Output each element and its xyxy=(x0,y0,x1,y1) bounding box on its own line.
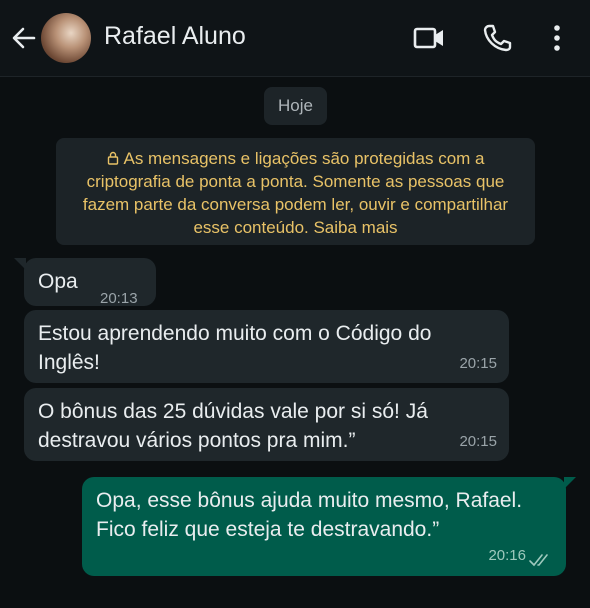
chat-header: Rafael Aluno xyxy=(0,0,590,77)
message-outgoing[interactable]: Opa, esse bônus ajuda muito mesmo, Rafae… xyxy=(82,477,576,576)
video-camera-icon[interactable] xyxy=(412,24,446,52)
lock-icon xyxy=(107,151,118,165)
more-vertical-icon[interactable] xyxy=(548,22,566,54)
double-check-icon xyxy=(529,554,548,567)
chat-area[interactable]: Hoje As mensagens e ligações são protegi… xyxy=(0,77,590,608)
avatar[interactable] xyxy=(41,13,91,63)
contact-name[interactable]: Rafael Aluno xyxy=(104,22,246,51)
message-time: 20:16 xyxy=(488,547,526,564)
arrow-left-icon[interactable] xyxy=(10,24,38,52)
encryption-text: As mensagens e ligações são protegidas c… xyxy=(82,149,509,237)
message-time: 20:15 xyxy=(459,355,497,372)
message-time: 20:15 xyxy=(459,433,497,450)
message-incoming[interactable]: Estou aprendendo muito com o Código do I… xyxy=(24,310,509,383)
message-text: Opa, esse bônus ajuda muito mesmo, Rafae… xyxy=(96,489,523,541)
bubble-tail xyxy=(14,258,26,270)
message-incoming[interactable]: O bônus das 25 dúvidas vale por si só! J… xyxy=(24,388,509,461)
date-divider: Hoje xyxy=(264,87,327,125)
message-text: O bônus das 25 dúvidas vale por si só! J… xyxy=(38,400,428,452)
message-text: Estou aprendendo muito com o Código do I… xyxy=(38,322,432,374)
message-incoming[interactable]: Opa 20:13 xyxy=(14,258,156,307)
phone-icon[interactable] xyxy=(481,22,513,54)
encryption-notice[interactable]: As mensagens e ligações são protegidas c… xyxy=(56,138,535,245)
message-time: 20:13 xyxy=(100,290,138,307)
bubble-tail xyxy=(564,477,576,489)
message-text: Opa xyxy=(38,270,78,293)
